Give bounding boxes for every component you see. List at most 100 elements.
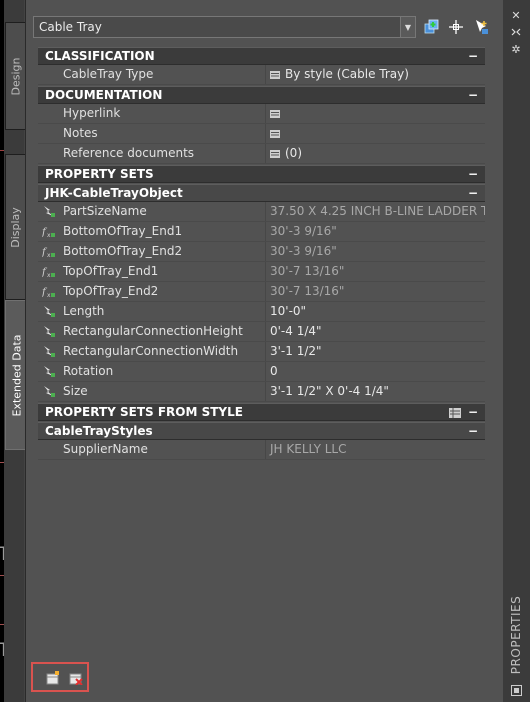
property-value: 30'-7 13/16" <box>265 262 485 281</box>
property-value: 37.50 X 4.25 INCH B-LINE LADDER T... <box>265 202 485 221</box>
property-name: Rotation <box>63 364 114 378</box>
property-row[interactable]: Reference documents (0) <box>38 144 485 164</box>
property-name: PartSizeName <box>63 204 147 218</box>
lightning-icon <box>38 342 60 361</box>
property-name: Length <box>63 304 105 318</box>
section-documentation-header[interactable]: DOCUMENTATION − <box>38 86 485 104</box>
property-row[interactable]: RectangularConnectionWidth 3'-1 1/2" <box>38 342 485 362</box>
lightning-icon <box>38 202 60 221</box>
lightning-icon <box>38 382 60 401</box>
property-row[interactable]: PartSizeName 37.50 X 4.25 INCH B-LINE LAD… <box>38 202 485 222</box>
property-value: 30'-7 13/16" <box>265 282 485 301</box>
property-row[interactable]: Notes <box>38 124 485 144</box>
object-style-select[interactable]: Cable Tray ▼ <box>33 16 416 38</box>
property-value[interactable]: 10'-0" <box>265 302 485 321</box>
property-row[interactable]: f x BottomOfTray_End1 30'-3 9/16" <box>38 222 485 242</box>
property-name: TopOfTray_End1 <box>63 264 159 278</box>
list-icon[interactable] <box>270 109 280 118</box>
palette-side-tabs: Design Display Extended Data <box>4 0 27 702</box>
property-row[interactable]: Hyperlink <box>38 104 485 124</box>
section-style-property-sets-title: PROPERTY SETS FROM STYLE <box>45 405 243 419</box>
palette-title-bar: ✕ ✲ PROPERTIES <box>503 0 530 702</box>
property-row[interactable]: CableTray Type By style (Cable Tray) <box>38 65 485 85</box>
svg-text:x: x <box>47 272 51 278</box>
property-row[interactable]: Length 10'-0" <box>38 302 485 322</box>
chevron-down-icon[interactable]: ▼ <box>400 17 415 37</box>
property-row[interactable]: f x BottomOfTray_End2 30'-3 9/16" <box>38 242 485 262</box>
collapse-icon[interactable]: − <box>467 186 479 200</box>
tab-design-label: Design <box>9 57 23 95</box>
property-value: JH KELLY LLC <box>265 440 485 459</box>
section-property-sets-title: PROPERTY SETS <box>45 167 154 181</box>
section-documentation-title: DOCUMENTATION <box>45 88 163 102</box>
style-property-set-group-header[interactable]: CableTrayStyles − <box>38 422 485 440</box>
property-value: 30'-3 9/16" <box>265 222 485 241</box>
section-classification-title: CLASSIFICATION <box>45 49 155 63</box>
property-name: Size <box>63 384 88 398</box>
property-value-text: (0) <box>285 146 302 160</box>
property-grid: CLASSIFICATION − CableTray Type By style… <box>38 46 485 460</box>
property-set-group-header[interactable]: JHK-CableTrayObject − <box>38 184 485 202</box>
section-property-sets-header[interactable]: PROPERTY SETS − <box>38 165 485 183</box>
list-icon <box>270 70 280 79</box>
property-value[interactable]: 3'-1 1/2" X 0'-4 1/4" <box>265 382 485 401</box>
property-value-text: JH KELLY LLC <box>270 442 347 456</box>
tab-display[interactable]: Display <box>5 154 25 300</box>
object-style-value: Cable Tray <box>39 20 102 34</box>
style-property-set-group-title: CableTrayStyles <box>45 424 153 438</box>
section-classification-header[interactable]: CLASSIFICATION − <box>38 47 485 65</box>
property-name: Reference documents <box>63 146 195 160</box>
lightning-icon <box>38 302 60 321</box>
collapse-icon[interactable]: − <box>467 424 479 438</box>
property-row[interactable]: f x TopOfTray_End2 30'-7 13/16" <box>38 282 485 302</box>
property-row[interactable]: SupplierName JH KELLY LLC <box>38 440 485 460</box>
list-icon[interactable] <box>270 149 280 158</box>
row-gutter <box>38 440 60 459</box>
palette-title-label: PROPERTIES <box>509 595 524 675</box>
formula-icon: fx <box>38 282 60 301</box>
palette-settings-icon[interactable]: ✲ <box>508 42 524 56</box>
svg-text:x: x <box>47 232 51 238</box>
property-sets-icon[interactable] <box>449 408 461 418</box>
row-gutter <box>38 124 60 143</box>
collapse-icon[interactable]: − <box>467 49 479 63</box>
property-name: BottomOfTray_End2 <box>63 244 183 258</box>
select-objects-icon[interactable] <box>447 18 465 36</box>
property-value[interactable]: 0 <box>265 362 485 381</box>
section-style-property-sets-header[interactable]: PROPERTY SETS FROM STYLE − <box>38 403 485 421</box>
property-value[interactable]: 0'-4 1/4" <box>265 322 485 341</box>
row-gutter <box>38 65 60 84</box>
collapse-icon[interactable]: − <box>467 167 479 181</box>
toggle-pickadd-icon[interactable] <box>472 18 490 36</box>
property-name: CableTray Type <box>63 67 154 81</box>
property-value[interactable]: 3'-1 1/2" <box>265 342 485 361</box>
remove-property-sets-icon[interactable] <box>68 670 84 686</box>
property-value[interactable]: By style (Cable Tray) <box>265 65 485 84</box>
property-value[interactable] <box>265 124 485 143</box>
property-row[interactable]: Size 3'-1 1/2" X 0'-4 1/4" <box>38 382 485 402</box>
formula-icon: fx <box>38 262 60 281</box>
list-icon[interactable] <box>270 129 280 138</box>
lightning-icon <box>38 362 60 381</box>
row-gutter <box>38 144 60 163</box>
property-value[interactable]: (0) <box>265 144 485 163</box>
tab-extended-data-label: Extended Data <box>10 333 24 417</box>
tab-design[interactable]: Design <box>5 22 25 130</box>
property-row[interactable]: RectangularConnectionHeight 0'-4 1/4" <box>38 322 485 342</box>
property-row[interactable]: f x TopOfTray_End1 30'-7 13/16" <box>38 262 485 282</box>
close-icon[interactable]: ✕ <box>508 8 524 22</box>
property-value[interactable] <box>265 104 485 123</box>
add-property-sets-icon[interactable] <box>45 670 61 686</box>
properties-palette: Design Display Extended Data Cable Tray … <box>4 0 530 702</box>
auto-hide-icon[interactable] <box>508 25 524 39</box>
collapse-icon[interactable]: − <box>467 88 479 102</box>
property-value-text: By style (Cable Tray) <box>285 67 409 81</box>
collapse-icon[interactable]: − <box>467 405 479 419</box>
quick-select-icon[interactable] <box>423 18 441 36</box>
property-row[interactable]: Rotation 0 <box>38 362 485 382</box>
property-name: BottomOfTray_End1 <box>63 224 183 238</box>
tab-extended-data[interactable]: Extended Data <box>5 300 27 450</box>
palette-menu-icon[interactable] <box>508 683 524 697</box>
formula-icon: fx <box>38 222 60 241</box>
property-name: RectangularConnectionHeight <box>63 324 243 338</box>
